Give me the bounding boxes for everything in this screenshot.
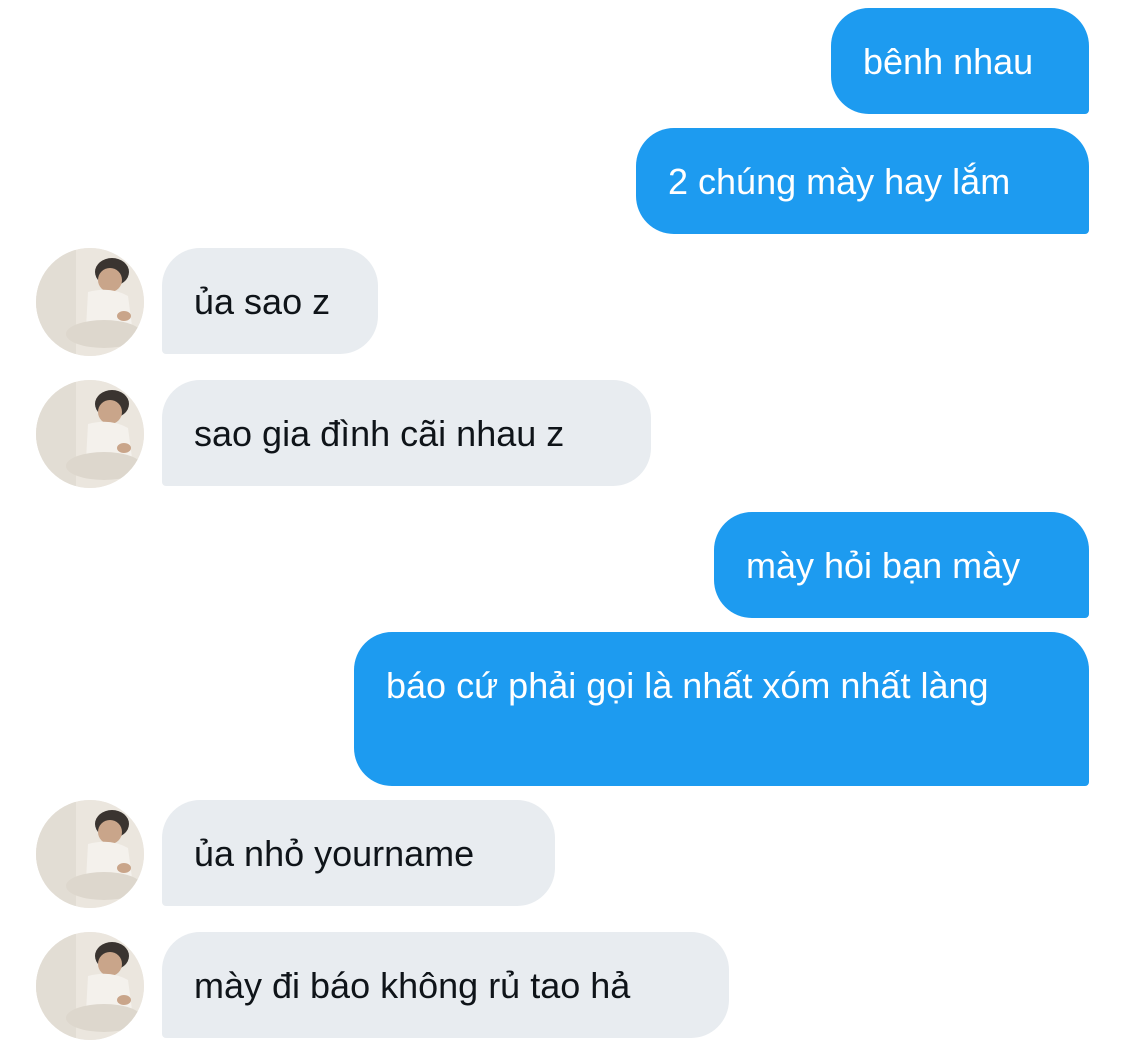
sent-message-bubble[interactable]: 2 chúng mày hay lắm bbox=[636, 128, 1089, 234]
message-text: sao gia đình cãi nhau z bbox=[194, 413, 565, 454]
received-message-bubble[interactable]: ủa nhỏ yourname bbox=[162, 800, 555, 906]
received-message-bubble[interactable]: mày đi báo không rủ tao hả bbox=[162, 932, 729, 1038]
message-text: 2 chúng mày hay lắm bbox=[668, 161, 1011, 202]
message-text: bênh nhau bbox=[863, 41, 1034, 82]
user-photo-avatar-icon bbox=[36, 932, 144, 1040]
sent-message-bubble[interactable]: mày hỏi bạn mày bbox=[714, 512, 1089, 618]
received-message-bubble[interactable]: ủa sao z bbox=[162, 248, 378, 354]
received-message-bubble[interactable]: sao gia đình cãi nhau z bbox=[162, 380, 651, 486]
sent-message-bubble[interactable]: báo cứ phải gọi là nhất xóm nhất làng bbox=[354, 632, 1089, 786]
message-text: ủa sao z bbox=[194, 281, 331, 322]
message-text: ủa nhỏ yourname bbox=[194, 833, 475, 874]
user-avatar[interactable] bbox=[36, 380, 144, 488]
message-text: báo cứ phải gọi là nhất xóm nhất làng bbox=[386, 665, 989, 706]
user-avatar[interactable] bbox=[36, 932, 144, 1040]
sent-message-bubble[interactable]: bênh nhau bbox=[831, 8, 1089, 114]
user-photo-avatar-icon bbox=[36, 800, 144, 908]
user-photo-avatar-icon bbox=[36, 380, 144, 488]
message-text: mày đi báo không rủ tao hả bbox=[194, 965, 631, 1006]
user-photo-avatar-icon bbox=[36, 248, 144, 356]
user-avatar[interactable] bbox=[36, 800, 144, 908]
user-avatar[interactable] bbox=[36, 248, 144, 356]
message-text: mày hỏi bạn mày bbox=[746, 545, 1021, 586]
